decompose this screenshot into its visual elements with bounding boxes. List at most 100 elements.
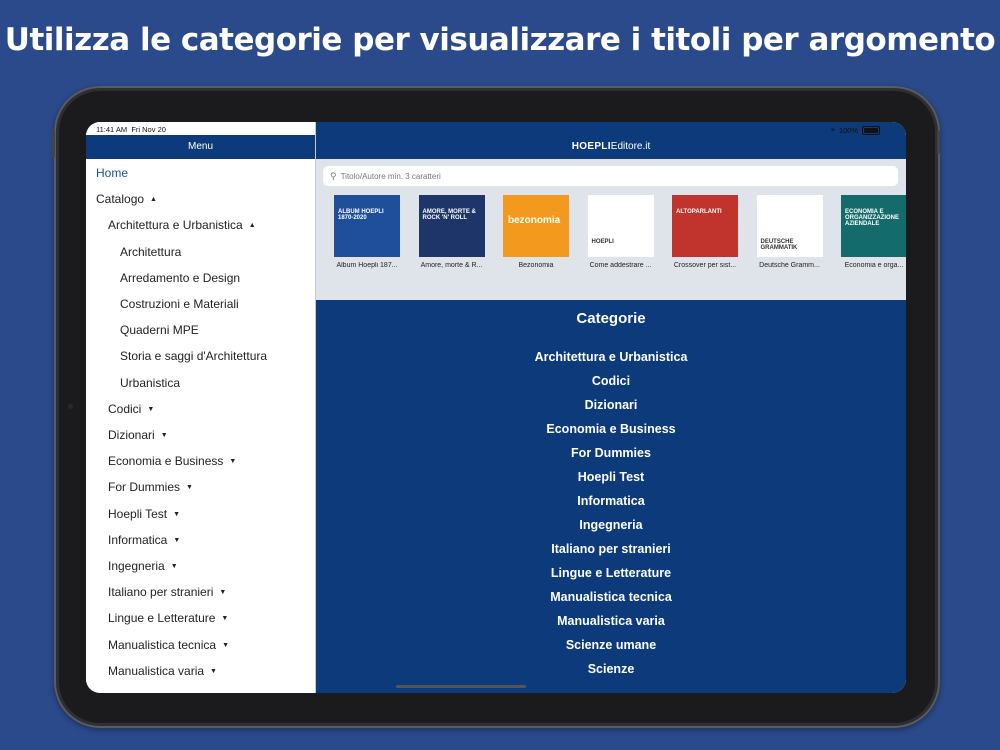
caret-down-icon: ▼	[147, 405, 155, 413]
book-item[interactable]: HOEPLI Come addestrare ...	[587, 195, 654, 269]
sidebar-item-label: Home	[96, 166, 129, 180]
power-button	[937, 130, 940, 154]
sidebar-item[interactable]: Manualistica varia ▼	[108, 664, 217, 678]
sidebar-item-label: Dizionari	[108, 428, 155, 442]
book-cover-text: AMORE, MORTE & ROCK 'N' ROLL	[422, 209, 476, 221]
sidebar-item[interactable]: Home	[96, 166, 128, 180]
sidebar-item-label: Manualistica tecnica	[108, 637, 217, 652]
battery-percent: 100%	[838, 125, 858, 135]
caret-down-icon: ▼	[173, 510, 181, 518]
sidebar-item[interactable]: Urbanistica	[120, 376, 180, 390]
status-indicators: ⌖ 100%	[831, 125, 880, 135]
book-item[interactable]: ALBUM HOEPLI 1870-2020 Album Hoepli 187..…	[334, 195, 400, 269]
search-icon: ⚲	[330, 170, 337, 181]
books-carousel[interactable]: ⚲ Titolo/Autore min. 3 caratteri ALBUM H…	[316, 159, 906, 300]
book-cover: ALBUM HOEPLI 1870-2020	[334, 195, 400, 257]
book-cover: ECONOMIA E ORGANIZZAZIONE AZIENDALE	[841, 195, 906, 257]
sidebar-item[interactable]: Architettura e Urbanistica ▲	[108, 218, 256, 232]
book-item[interactable]: ALTOPARLANTI Crossover per sist...	[672, 195, 738, 269]
category-link[interactable]: Architettura e Urbanistica	[316, 350, 906, 364]
sidebar-item[interactable]: Lingue e Letterature ▼	[108, 611, 228, 625]
sidebar-item[interactable]: Manualistica tecnica ▼	[108, 638, 229, 652]
home-indicator	[396, 685, 526, 688]
book-cover: AMORE, MORTE & ROCK 'N' ROLL	[418, 195, 485, 257]
sidebar-item-label: Economia e Business	[108, 454, 224, 469]
category-link[interactable]: Manualistica tecnica	[316, 590, 906, 604]
book-cover-text: HOEPLI	[591, 239, 614, 245]
category-link[interactable]: For Dummies	[316, 446, 906, 460]
category-link[interactable]: Scienze	[316, 662, 906, 676]
sidebar-item[interactable]: Quaderni MPE	[120, 323, 199, 337]
category-link[interactable]: Italiano per stranieri	[316, 542, 906, 556]
headline: Utilizza le categorie per visualizzare i…	[4, 22, 996, 58]
book-item[interactable]: AMORE, MORTE & ROCK 'N' ROLL Amore, morte…	[418, 195, 485, 269]
sidebar-item[interactable]: Hoepli Test ▼	[108, 507, 180, 521]
sidebar-item[interactable]: Catalogo ▲	[96, 192, 157, 206]
brand-bold: HOEPLI	[571, 141, 611, 152]
sidebar-item[interactable]: Informatica ▼	[108, 533, 180, 547]
screen: Menu Home Catalogo ▲ Architettura e Urbanis…	[86, 122, 906, 693]
book-cover-text: ECONOMIA E ORGANIZZAZIONE AZIENDALE	[845, 209, 899, 227]
sidebar-item[interactable]: Arredamento e Design	[120, 271, 240, 285]
sidebar-item-label: Codici	[108, 401, 142, 416]
book-cover-text: DEUTSCHE GRAMMATIK	[760, 239, 798, 251]
status-time: 11:41 AM Fri Nov 20	[96, 125, 166, 134]
sidebar-item[interactable]: Dizionari ▼	[108, 428, 168, 442]
book-title: Bezonomia	[518, 262, 554, 269]
sidebar-item[interactable]: For Dummies ▼	[108, 480, 193, 494]
book-cover: DEUTSCHE GRAMMATIK	[756, 195, 823, 257]
wifi-icon: ⌖	[830, 125, 835, 134]
caret-down-icon: ▼	[222, 641, 229, 649]
main-panel: HOEPLIEditore.it ⚲ Titolo/Autore min. 3 …	[316, 122, 906, 693]
caret-down-icon: ▼	[173, 536, 181, 544]
category-link[interactable]: Scienze umane	[316, 638, 906, 652]
book-cover: bezonomia	[503, 195, 569, 257]
book-cover-text: ALTOPARLANTI	[676, 209, 722, 215]
book-item[interactable]: DEUTSCHE GRAMMATIK Deutsche Gramm...	[756, 195, 823, 269]
book-cover-text: bezonomia	[508, 215, 561, 226]
book-title: Economia e orga...	[844, 262, 904, 269]
category-link[interactable]: Manualistica varia	[316, 614, 906, 628]
sidebar: Menu Home Catalogo ▲ Architettura e Urbanis…	[86, 122, 316, 693]
sidebar-item[interactable]: Italiano per stranieri ▼	[108, 585, 226, 599]
sidebar-item[interactable]: Economia e Business ▼	[108, 454, 236, 468]
category-link[interactable]: Hoepli Test	[316, 470, 906, 484]
category-link[interactable]: Dizionari	[316, 398, 906, 412]
sidebar-title: Menu	[86, 135, 315, 159]
caret-down-icon: ▼	[160, 432, 168, 439]
sidebar-item[interactable]: Ingegneria ▼	[108, 559, 178, 573]
category-link[interactable]: Informatica	[316, 494, 906, 508]
sidebar-item[interactable]: Storia e saggi d'Architettura	[120, 349, 267, 363]
book-cover: HOEPLI	[587, 195, 654, 257]
search-placeholder: Titolo/Autore min. 3 caratteri	[340, 171, 441, 181]
book-cover-text: ALBUM HOEPLI 1870-2020	[338, 209, 384, 221]
sidebar-item-label: Architettura	[120, 244, 182, 259]
caret-down-icon: ▼	[219, 589, 227, 597]
categories-title: Categorie	[576, 310, 646, 327]
sidebar-item-label: Ingegneria	[108, 559, 165, 573]
sidebar-item[interactable]: Architettura	[120, 245, 181, 259]
sidebar-item[interactable]: Costruzioni e Materiali	[120, 297, 239, 311]
sidebar-item-label: Arredamento e Design	[120, 270, 241, 285]
sidebar-item-label: Lingue e Letterature	[108, 611, 216, 626]
sidebar-item-label: Informatica	[108, 532, 168, 547]
brand-light: Editore.it	[610, 141, 651, 152]
caret-down-icon: ▼	[170, 563, 178, 570]
caret-down-icon: ▼	[210, 667, 217, 675]
sidebar-item-label: Hoepli Test	[108, 506, 168, 521]
category-link[interactable]: Economia e Business	[316, 422, 906, 436]
category-link[interactable]: Codici	[316, 374, 906, 388]
book-item[interactable]: bezonomia Bezonomia	[503, 195, 569, 269]
book-title: Amore, morte & R...	[420, 262, 483, 269]
sidebar-item-label: Catalogo	[96, 192, 145, 207]
book-item[interactable]: ECONOMIA E ORGANIZZAZIONE AZIENDALE Econo…	[841, 195, 906, 269]
category-link[interactable]: Ingegneria	[316, 518, 906, 532]
caret-down-icon: ▼	[186, 484, 193, 492]
camera-icon	[68, 404, 73, 409]
volume-button	[52, 130, 55, 158]
book-title: Deutsche Gramm...	[759, 262, 820, 269]
book-cover: ALTOPARLANTI	[672, 195, 738, 257]
search-input[interactable]: ⚲ Titolo/Autore min. 3 caratteri	[323, 166, 898, 186]
category-link[interactable]: Lingue e Letterature	[316, 566, 906, 580]
sidebar-item[interactable]: Codici ▼	[108, 402, 154, 416]
